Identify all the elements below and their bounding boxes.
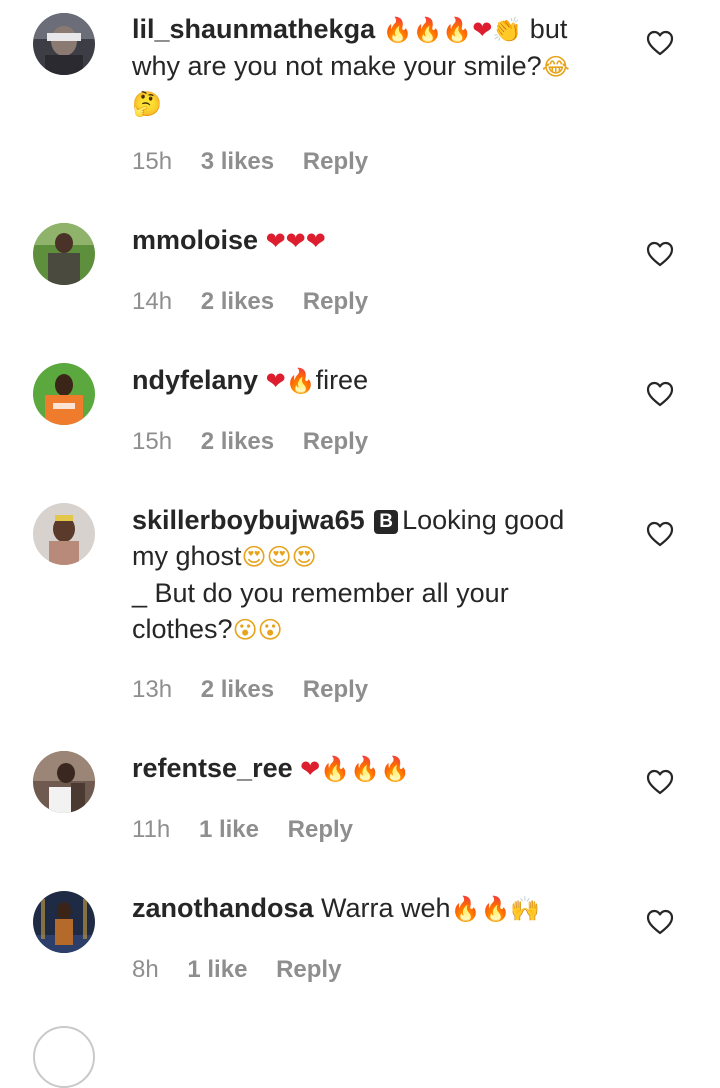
comment-text: firee bbox=[315, 365, 369, 395]
comment-time: 14h bbox=[132, 288, 173, 315]
comment-body: zanothandosa Warra weh🔥🔥🙌 bbox=[132, 890, 622, 927]
heart-outline-icon[interactable] bbox=[646, 521, 674, 547]
fire-emoji: 🔥 bbox=[350, 755, 381, 783]
comment-likes[interactable]: 2 likes bbox=[201, 428, 274, 455]
avatar[interactable] bbox=[33, 13, 95, 75]
astonished-face-emoji: 😮 bbox=[232, 616, 258, 644]
comment-text-line3: _ But do you remember all your bbox=[132, 578, 509, 608]
avatar[interactable] bbox=[33, 751, 95, 813]
fire-emoji: 🔥 bbox=[382, 16, 413, 44]
comment-time: 11h bbox=[132, 816, 171, 843]
comment-body: lil_shaunmathekga 🔥🔥🔥❤👏 but why are you … bbox=[132, 11, 622, 122]
comment-text-line1: but bbox=[529, 14, 568, 44]
avatar[interactable] bbox=[33, 503, 95, 565]
comment-time: 15h bbox=[132, 148, 173, 175]
fire-emoji: 🔥 bbox=[450, 895, 481, 923]
fire-emoji: 🔥 bbox=[412, 16, 443, 44]
heart-eyes-emoji: 😍 bbox=[241, 543, 267, 571]
comment-meta: 11h 1 like Reply bbox=[132, 815, 353, 845]
comment-likes[interactable]: 1 like bbox=[199, 816, 259, 843]
comment-body: mmoloise ❤❤❤ bbox=[132, 222, 622, 259]
reply-button[interactable]: Reply bbox=[303, 676, 368, 703]
comment-text: Warra weh bbox=[321, 893, 451, 923]
comment-body: refentse_ree ❤🔥🔥🔥 bbox=[132, 750, 622, 787]
comment-likes[interactable]: 2 likes bbox=[201, 676, 274, 703]
comment-body: ndyfelany ❤🔥firee bbox=[132, 362, 622, 399]
heart-eyes-emoji: 😍 bbox=[266, 543, 292, 571]
astonished-face-emoji: 😮 bbox=[257, 616, 283, 644]
heart-outline-icon[interactable] bbox=[646, 381, 674, 407]
comment-likes[interactable]: 1 like bbox=[187, 956, 247, 983]
heart-outline-icon[interactable] bbox=[646, 241, 674, 267]
comment-meta: 13h 2 likes Reply bbox=[132, 675, 368, 705]
fire-emoji: 🔥 bbox=[442, 16, 473, 44]
comment-username[interactable]: zanothandosa bbox=[132, 893, 314, 923]
heart-eyes-emoji: 😍 bbox=[291, 543, 317, 571]
heart-outline-icon[interactable] bbox=[646, 909, 674, 935]
fire-emoji: 🔥 bbox=[480, 895, 511, 923]
comment-time: 13h bbox=[132, 676, 173, 703]
reply-button[interactable]: Reply bbox=[303, 148, 368, 175]
heart-outline-icon[interactable] bbox=[646, 30, 674, 56]
comment-time: 8h bbox=[132, 956, 159, 983]
heart-emoji: ❤ bbox=[305, 227, 326, 255]
laughing-tears-emoji: 😂 bbox=[541, 53, 570, 81]
comment-meta: 15h 2 likes Reply bbox=[132, 427, 368, 457]
comment-username[interactable]: skillerboybujwa65 bbox=[132, 505, 365, 535]
fire-emoji: 🔥 bbox=[320, 755, 351, 783]
comment-username[interactable]: refentse_ree bbox=[132, 753, 293, 783]
avatar[interactable] bbox=[33, 363, 95, 425]
heart-outline-icon[interactable] bbox=[646, 769, 674, 795]
reply-button[interactable]: Reply bbox=[288, 816, 353, 843]
comment-time: 15h bbox=[132, 428, 173, 455]
avatar[interactable] bbox=[33, 1026, 95, 1088]
comment-text-line2: my ghost bbox=[132, 541, 242, 571]
reply-button[interactable]: Reply bbox=[303, 428, 368, 455]
letter-b-badge: B bbox=[374, 510, 399, 534]
comment-meta: 8h 1 like Reply bbox=[132, 955, 341, 985]
fire-emoji: 🔥 bbox=[285, 367, 316, 395]
thinking-face-emoji: 🤔 bbox=[132, 90, 162, 118]
heart-emoji: ❤ bbox=[472, 16, 493, 44]
avatar[interactable] bbox=[33, 891, 95, 953]
comment-username[interactable]: mmoloise bbox=[132, 225, 258, 255]
comment-likes[interactable]: 3 likes bbox=[201, 148, 274, 175]
reply-button[interactable]: Reply bbox=[303, 288, 368, 315]
comment-username[interactable]: ndyfelany bbox=[132, 365, 258, 395]
comment-meta: 15h 3 likes Reply bbox=[132, 147, 368, 177]
heart-emoji: ❤ bbox=[265, 227, 286, 255]
comment-likes[interactable]: 2 likes bbox=[201, 288, 274, 315]
heart-emoji: ❤ bbox=[285, 227, 306, 255]
comment-body: skillerboybujwa65 B Looking good my ghost… bbox=[132, 502, 622, 648]
heart-emoji: ❤ bbox=[300, 755, 321, 783]
heart-emoji: ❤ bbox=[265, 367, 286, 395]
reply-button[interactable]: Reply bbox=[276, 956, 341, 983]
avatar[interactable] bbox=[33, 223, 95, 285]
comment-text-line4: clothes? bbox=[132, 614, 233, 644]
comment-username[interactable]: lil_shaunmathekga bbox=[132, 14, 375, 44]
clapping-hands-emoji: 👏 bbox=[492, 16, 523, 44]
fire-emoji: 🔥 bbox=[380, 755, 410, 783]
comment-text-line1: Looking good bbox=[402, 505, 565, 535]
comment-meta: 14h 2 likes Reply bbox=[132, 287, 368, 317]
comment-text-line2: why are you not make your smile? bbox=[132, 51, 542, 81]
raising-hands-emoji: 🙌 bbox=[510, 895, 541, 923]
